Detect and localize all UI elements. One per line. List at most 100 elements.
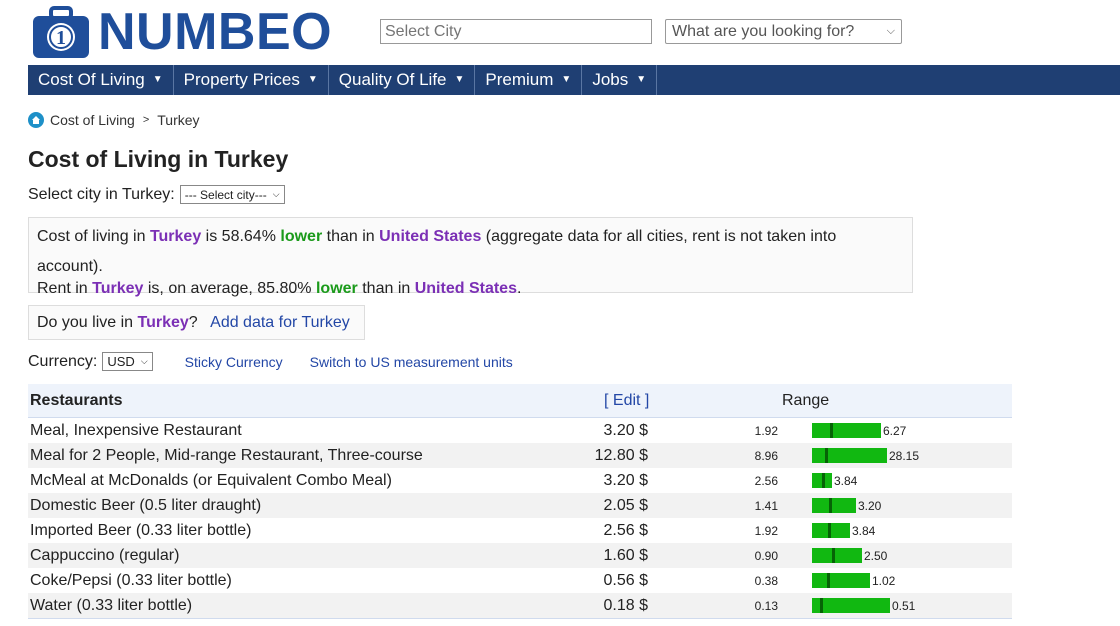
range-average-marker	[832, 548, 835, 563]
us-link[interactable]: United States	[415, 280, 517, 297]
main-nav: Cost Of Living ▼ Property Prices ▼ Quality…	[28, 65, 1120, 95]
text: Rent in	[37, 280, 93, 297]
caret-down-icon: ▼	[454, 74, 465, 85]
range-fill	[812, 548, 862, 563]
item-name: Water (0.33 liter bottle)	[30, 596, 193, 614]
item-name: Domestic Beer (0.5 liter draught)	[30, 496, 262, 514]
caret-down-icon: ▼	[636, 74, 647, 85]
range-bar: 1.92 3.84	[755, 518, 1008, 543]
numbeo-logo[interactable]: 1 NUMBEO	[30, 3, 335, 61]
nav-label: Quality Of Life	[338, 70, 447, 89]
item-price: 3.20 $	[603, 471, 648, 489]
range-bar: 1.92 6.27	[755, 418, 1008, 443]
range-bar: 8.96 28.15	[754, 443, 1008, 468]
select-city-input[interactable]	[380, 19, 652, 44]
table-row: Cappuccino (regular) 1.60 $ 0.90 2.50	[28, 543, 1012, 568]
nav-label: Jobs	[592, 70, 629, 89]
text: ?	[188, 314, 198, 331]
nav-label: Cost Of Living	[38, 70, 145, 89]
item-name: Meal for 2 People, Mid-range Restaurant,…	[30, 446, 423, 464]
lower-label: lower	[315, 280, 358, 297]
range-heading: Range	[782, 391, 830, 409]
live-here-box: Do you live in Turkey? Add data for Turk…	[28, 305, 365, 340]
nav-label: Premium	[485, 70, 554, 89]
range-average-marker	[822, 473, 825, 488]
breadcrumb-cost-of-living[interactable]: Cost of Living	[50, 112, 135, 128]
add-data-link[interactable]: Add data for Turkey	[210, 314, 350, 331]
page-title: Cost of Living in Turkey	[28, 146, 289, 172]
caret-down-icon: ▼	[561, 74, 572, 85]
currency-row: Currency: USD ⌵ Sticky Currency Switch t…	[28, 352, 513, 371]
home-icon[interactable]	[28, 112, 44, 128]
sticky-currency-link[interactable]: Sticky Currency	[185, 354, 283, 370]
range-fill	[812, 523, 850, 538]
currency-label: Currency:	[28, 352, 98, 370]
nav-quality-of-life[interactable]: Quality Of Life ▼	[329, 65, 476, 95]
range-fill	[812, 598, 890, 613]
text: .	[516, 280, 522, 297]
text: is, on average, 85.80%	[143, 280, 316, 297]
item-price: 2.56 $	[603, 521, 648, 539]
range-fill	[812, 448, 887, 463]
range-bar: 0.13 0.51	[754, 593, 1008, 618]
range-low: 8.96	[754, 449, 778, 463]
item-name: Meal, Inexpensive Restaurant	[30, 421, 242, 439]
item-name: Cappuccino (regular)	[30, 546, 180, 564]
currency-select[interactable]: USD ⌵	[102, 352, 153, 371]
text: Do you live in	[37, 314, 138, 331]
text: than in	[322, 228, 380, 245]
country-link[interactable]: Turkey	[150, 228, 201, 245]
range-fill	[812, 423, 881, 438]
range-high: 3.84	[834, 474, 858, 488]
us-link[interactable]: United States	[379, 228, 481, 245]
range-low: 0.38	[754, 574, 778, 588]
range-bar: 0.90 2.50	[754, 543, 1008, 568]
nav-premium[interactable]: Premium ▼	[475, 65, 583, 95]
text: than in	[357, 280, 415, 297]
rent-comparison-text: Rent in Turkey is, on average, 85.80% lo…	[37, 274, 904, 304]
range-low: 1.41	[754, 499, 778, 513]
svg-text:1: 1	[56, 27, 66, 49]
range-high: 3.84	[852, 524, 876, 538]
range-low: 0.90	[754, 549, 778, 563]
city-select-value: --- Select city---	[184, 187, 267, 202]
lower-label: lower	[280, 228, 323, 245]
cost-comparison-text: Cost of living in Turkey is 58.64% lower…	[37, 222, 904, 282]
table-body: Meal, Inexpensive Restaurant 3.20 $ 1.92 6.…	[28, 418, 1012, 618]
table-row: McMeal at McDonalds (or Equivalent Combo…	[28, 468, 1012, 493]
table-row: Coke/Pepsi (0.33 liter bottle) 0.56 $ 0.38…	[28, 568, 1012, 593]
country-link[interactable]: Turkey	[92, 280, 143, 297]
switch-units-link[interactable]: Switch to US measurement units	[310, 354, 513, 370]
looking-for-select[interactable]: What are you looking for? ⌵	[665, 19, 902, 44]
item-price: 0.18 $	[603, 596, 648, 614]
nav-cost-of-living[interactable]: Cost Of Living ▼	[28, 65, 174, 95]
select-city-label: Select city in Turkey:	[28, 185, 175, 203]
range-low: 0.13	[754, 599, 778, 613]
breadcrumb-turkey[interactable]: Turkey	[157, 112, 199, 128]
city-select[interactable]: --- Select city--- ⌵	[179, 185, 285, 204]
range-high: 0.51	[892, 599, 916, 613]
range-average-marker	[829, 498, 832, 513]
edit-link[interactable]: [ Edit ]	[604, 392, 649, 410]
table-row: Meal for 2 People, Mid-range Restaurant,…	[28, 443, 1012, 468]
breadcrumb-separator: >	[142, 114, 150, 126]
range-average-marker	[827, 573, 830, 588]
caret-down-icon: ▼	[152, 74, 163, 85]
nav-property-prices[interactable]: Property Prices ▼	[174, 65, 329, 95]
table-row: Water (0.33 liter bottle) 0.18 $ 0.13 0.51	[28, 593, 1012, 618]
item-name: McMeal at McDonalds (or Equivalent Combo…	[30, 471, 392, 489]
country-link[interactable]: Turkey	[138, 314, 189, 331]
table-row: Meal, Inexpensive Restaurant 3.20 $ 1.92 6.…	[28, 418, 1012, 443]
range-high: 6.27	[883, 424, 907, 438]
nav-jobs[interactable]: Jobs ▼	[582, 65, 658, 95]
text: Cost of living in	[37, 228, 150, 245]
item-price: 0.56 $	[603, 571, 648, 589]
range-fill	[812, 498, 856, 513]
prices-table: Restaurants [ Edit ] Range Meal, Inexpen…	[28, 384, 1012, 622]
range-bar: 1.41 3.20	[754, 493, 1008, 518]
range-average-marker	[830, 423, 833, 438]
range-average-marker	[828, 523, 831, 538]
select-city-row: Select city in Turkey: --- Select city--…	[28, 185, 285, 204]
brand-name: NUMBEO	[98, 3, 333, 61]
suitcase-logo-icon: 1	[30, 4, 92, 60]
